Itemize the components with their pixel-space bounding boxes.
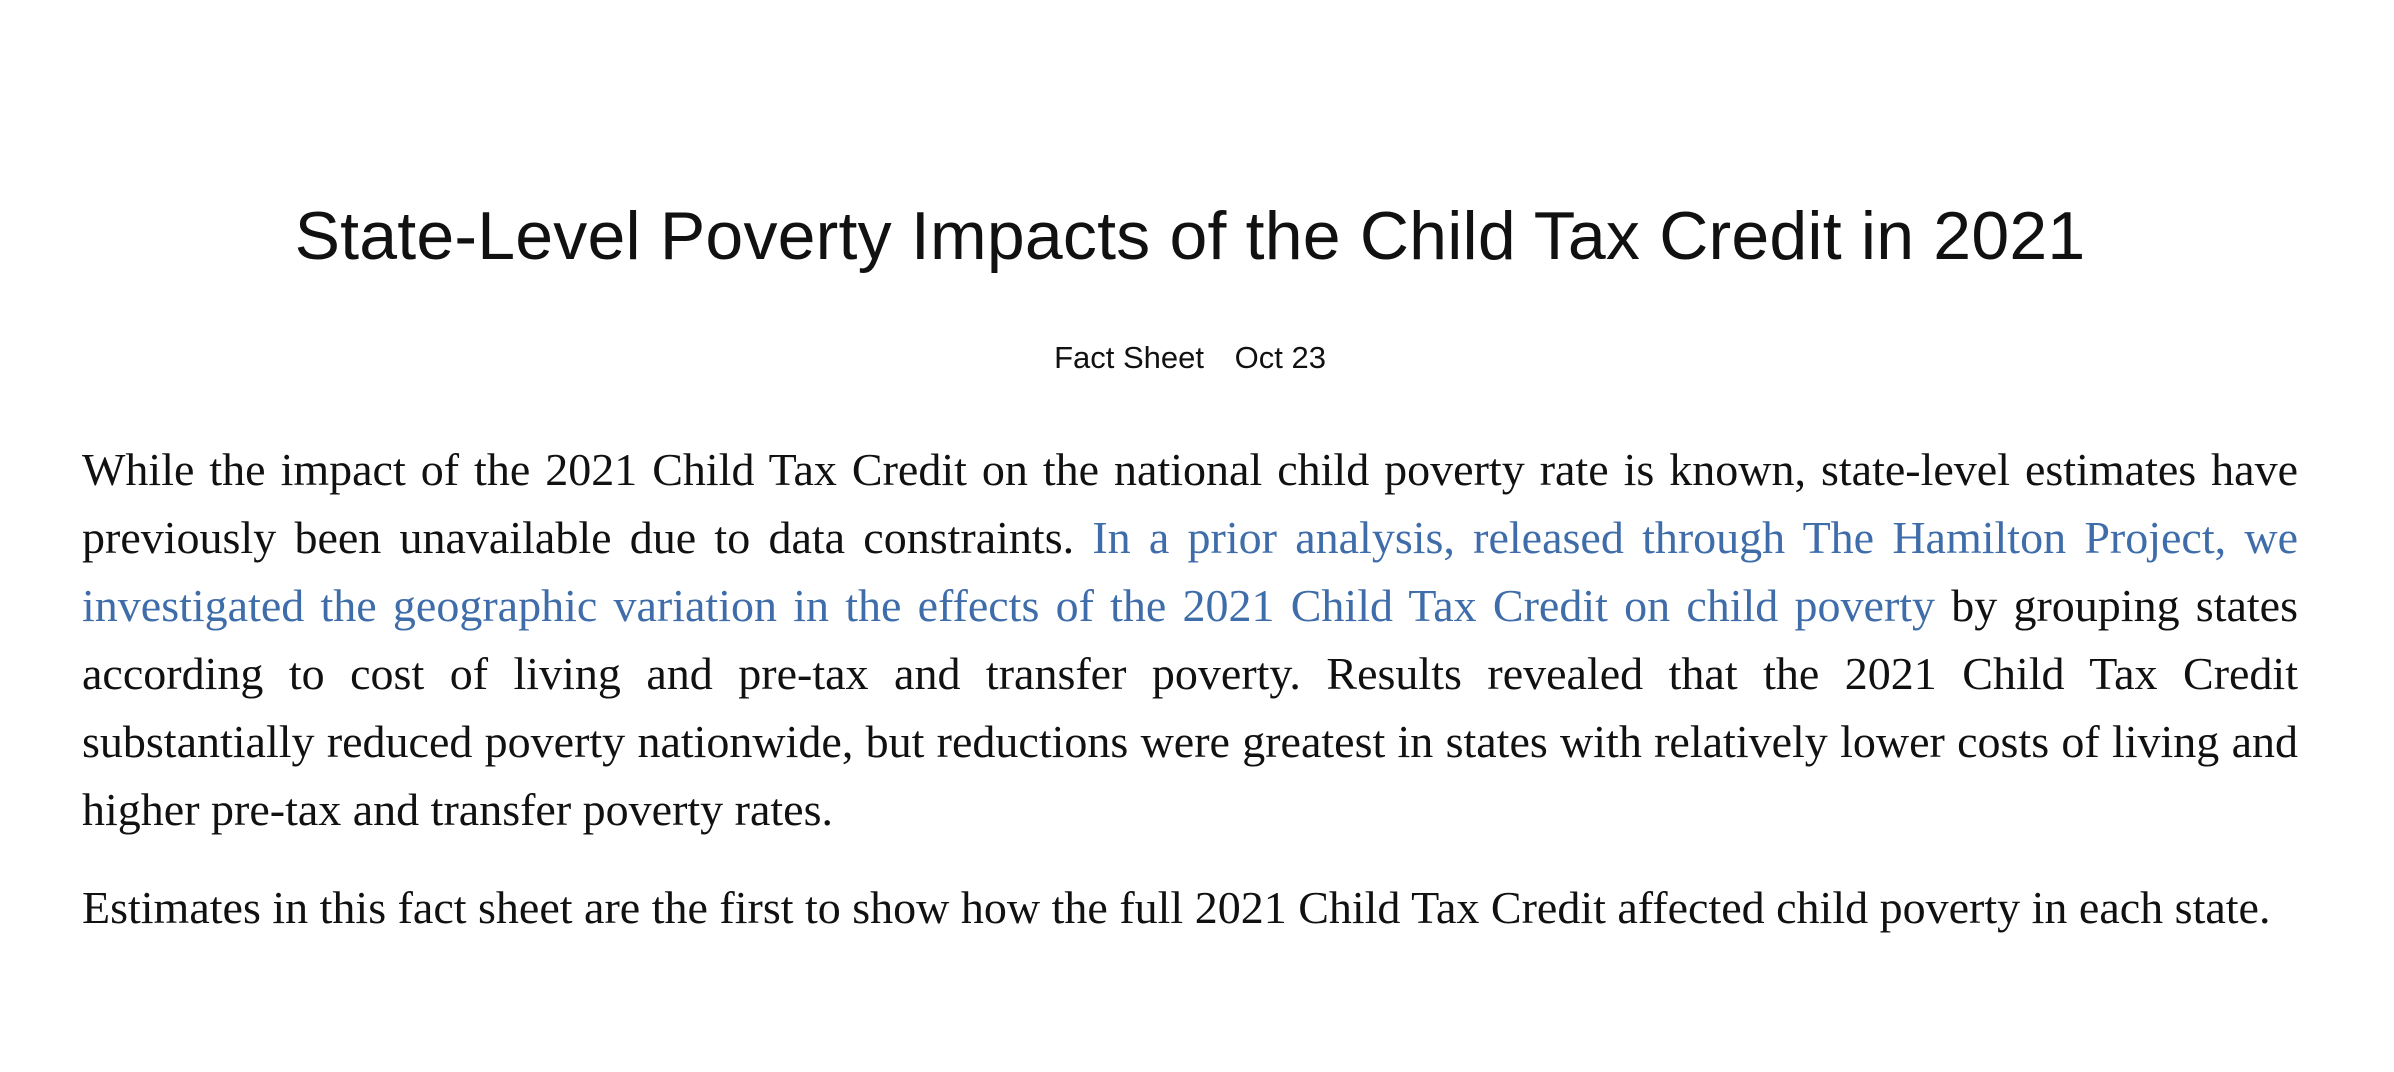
paragraph-estimates: Estimates in this fact sheet are the fir…	[82, 882, 2271, 933]
publish-date: Oct 23	[1234, 340, 1326, 375]
content-type-label: Fact Sheet	[1054, 340, 1204, 375]
article-meta: Fact Sheet Oct 23	[82, 334, 2298, 382]
page-title: State-Level Poverty Impacts of the Child…	[294, 198, 2086, 274]
article-body: While the impact of the 2021 Child Tax C…	[82, 436, 2298, 942]
paragraph-intro: While the impact of the 2021 Child Tax C…	[82, 436, 2298, 844]
